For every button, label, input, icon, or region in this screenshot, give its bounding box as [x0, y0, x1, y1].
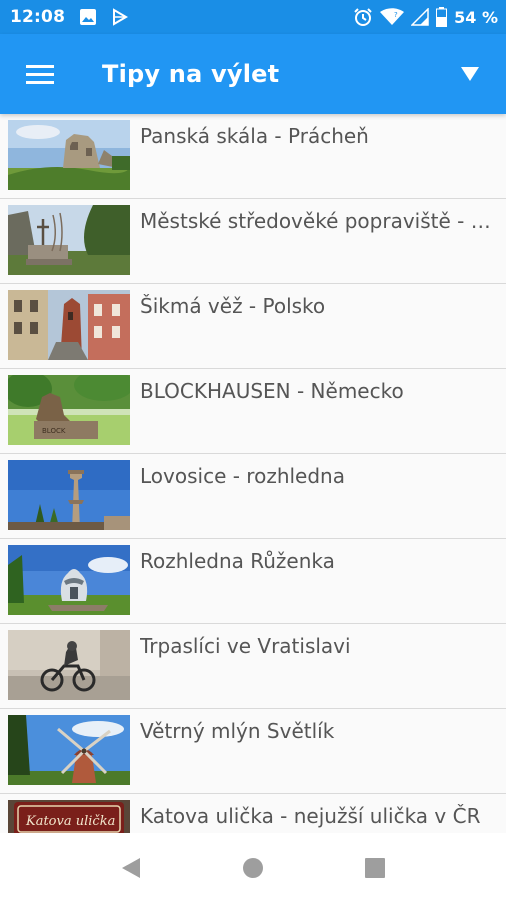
trip-title: BLOCKHAUSEN - Německo [140, 379, 404, 403]
back-button[interactable] [116, 853, 146, 883]
trip-title: Rozhledna Růženka [140, 549, 335, 573]
trip-title: Panská skála - Prácheň [140, 124, 369, 148]
home-circle-icon [242, 857, 264, 879]
status-right: ? 54 % [353, 0, 498, 34]
status-time: 12:08 [10, 7, 66, 27]
trip-title: Trpaslíci ve Vratislavi [140, 634, 351, 658]
ruzenka-tower-photo [8, 545, 130, 615]
list-item-trip[interactable]: Panská skála - Prácheň [0, 114, 506, 199]
leaning-tower-street-photo [8, 290, 130, 360]
app-title: Tipy na výlet [102, 60, 280, 88]
dropdown-triangle-icon [460, 66, 480, 82]
katova-ulicka-sign-photo: Katova ulička [8, 800, 130, 833]
status-bar: 12:08 ? 54 % [0, 0, 506, 34]
image-icon [79, 8, 97, 26]
wood-sculpture-photo: BLOCK [8, 375, 130, 445]
gallows-stone-photo [8, 205, 130, 275]
lookout-tower-photo [8, 460, 130, 530]
menu-button[interactable] [18, 56, 62, 92]
trip-title: Městské středověké popraviště - Loket [140, 209, 500, 233]
svg-text:Katova ulička: Katova ulička [25, 814, 115, 829]
battery-icon [436, 7, 448, 27]
app-screen: 12:08 ? 54 % Tipy na výlet Panská skála … [0, 0, 506, 900]
list-item-trip[interactable]: Trpaslíci ve Vratislavi [0, 624, 506, 709]
recents-square-icon [364, 857, 386, 879]
trip-title: Katova ulička - nejužší ulička v ČR [140, 804, 481, 828]
play-store-icon [111, 8, 129, 26]
trip-title: Lovosice - rozhledna [140, 464, 345, 488]
dwarf-statue-photo [8, 630, 130, 700]
svg-text:?: ? [394, 11, 398, 19]
recents-button[interactable] [360, 853, 390, 883]
list-item-trip[interactable]: Městské středověké popraviště - Loket [0, 199, 506, 284]
home-button[interactable] [238, 853, 268, 883]
svg-text:BLOCK: BLOCK [42, 427, 66, 435]
back-triangle-icon [120, 857, 142, 879]
app-bar: Tipy na výlet [0, 34, 506, 114]
dropdown-button[interactable] [450, 56, 490, 92]
signal-icon [411, 8, 429, 26]
castle-ruins-photo [8, 120, 130, 190]
list-item-trip[interactable]: Šikmá věž - Polsko [0, 284, 506, 369]
alarm-icon [353, 7, 373, 27]
trip-title: Větrný mlýn Světlík [140, 719, 335, 743]
list-item-trip[interactable]: Rozhledna Růženka [0, 539, 506, 624]
hamburger-menu-icon [26, 63, 54, 85]
battery-percentage: 54 % [454, 7, 498, 27]
list-item-trip[interactable]: Katova ulička Katova ulička - nejužší ul… [0, 794, 506, 833]
status-left: 12:08 [10, 0, 129, 34]
list-item-trip[interactable]: Větrný mlýn Světlík [0, 709, 506, 794]
trip-title: Šikmá věž - Polsko [140, 294, 326, 318]
wifi-icon: ? [380, 8, 405, 26]
list-item-trip[interactable]: Lovosice - rozhledna [0, 454, 506, 539]
list-item-trip[interactable]: BLOCK BLOCKHAUSEN - Německo [0, 369, 506, 454]
windmill-photo [8, 715, 130, 785]
navigation-bar [0, 833, 506, 900]
trip-list[interactable]: Panská skála - Prácheň Městské středověk… [0, 114, 506, 833]
